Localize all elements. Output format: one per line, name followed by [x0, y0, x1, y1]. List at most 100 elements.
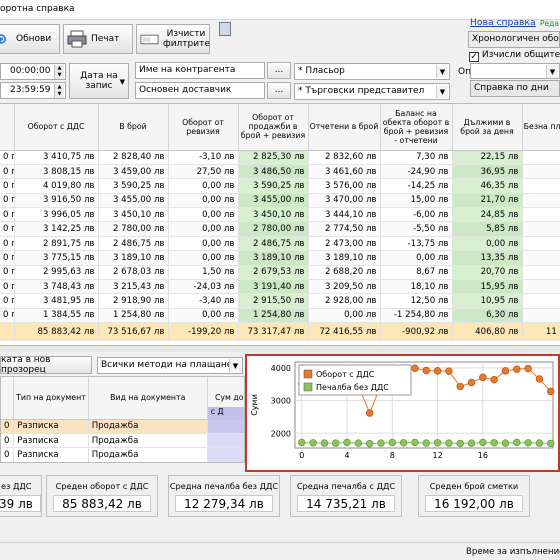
operators-dropdown[interactable]: ▼	[470, 63, 560, 79]
report-by-days-button[interactable]: Справка по дни	[470, 80, 560, 97]
summary-value: 16 192,00 лв	[425, 495, 523, 512]
x-tick-label: 16	[478, 451, 488, 460]
documents-table[interactable]: Тип на документ Вид на документа Сум док…	[0, 376, 245, 463]
table-cell: 0,00 лв	[168, 193, 239, 209]
totals-row: 85 883,42 лв 73 516,67 лв -199,20 лв 73 317…	[0, 322, 560, 342]
table-row[interactable]: 0 г.2 891,75 лв2 486,75 лв0,00 лв2 486,7…	[0, 236, 560, 252]
spinner-icon[interactable]: ▲ ▼	[54, 65, 64, 79]
column-header[interactable]	[1, 377, 15, 420]
table-cell: 0 г.	[0, 164, 15, 180]
table-row[interactable]: 0 г.4 019,80 лв3 590,25 лв0,00 лв3 590,2…	[0, 178, 560, 194]
table-cell: 38	[522, 178, 560, 194]
table-cell: 0,00 лв	[168, 221, 239, 237]
table-cell	[207, 433, 244, 449]
table-row[interactable]: 0 г.3 808,15 лв3 459,00 лв27,50 лв3 486,…	[0, 164, 560, 180]
table-cell: 27,50 лв	[168, 164, 239, 180]
data-point	[309, 439, 317, 447]
clear-filters-button[interactable]: Изчисти филтрите	[136, 24, 210, 54]
time-from-input[interactable]: 00:00:00 ▲ ▼	[0, 63, 66, 80]
summary-value: 85 883,42 лв	[53, 495, 151, 512]
table-cell: -3,10 лв	[168, 150, 239, 165]
new-report-link[interactable]: Нова справка	[470, 17, 536, 28]
calc-totals-checkbox-row[interactable]: ✓ Изчисли общите с	[469, 50, 560, 64]
supplier-browse-button[interactable]: ...	[267, 82, 291, 99]
total-cell: 72 416,55 лв	[308, 322, 381, 342]
table-cell: -24,03 лв	[168, 279, 239, 295]
table-cell: 2 995,63 лв	[14, 265, 99, 281]
table-row[interactable]: 0 г.3 748,43 лв3 215,43 лв-24,03 лв3 191…	[0, 279, 560, 295]
splitter[interactable]	[0, 346, 560, 352]
table-row[interactable]: 0 г.3 775,15 лв3 189,10 лв0,00 лв3 189,1…	[0, 250, 560, 266]
refresh-button[interactable]: Обнови	[0, 24, 60, 54]
table-cell: -3,40 лв	[168, 293, 239, 309]
edit-link[interactable]: Реда	[540, 19, 559, 28]
data-point	[377, 439, 385, 447]
calculator-icon[interactable]	[219, 22, 231, 36]
column-header[interactable]: Безна плаш	[522, 104, 560, 151]
table-cell: 2 918,90 лв	[98, 293, 169, 309]
table-cell: 43	[522, 193, 560, 209]
list-item[interactable]: 0РазпискаПродажба	[1, 419, 244, 434]
chevron-down-icon: ▼	[436, 65, 448, 78]
data-point	[467, 439, 476, 447]
main-supplier-input[interactable]: Основен доставчик	[135, 82, 265, 99]
summary-box-avg-profit-vat: Средна печалба с ДДС 14 735,21 лв	[290, 475, 402, 517]
table-cell: 3 215,43 лв	[98, 279, 169, 295]
table-row[interactable]: 0 г.3 481,95 лв2 918,90 лв-3,40 лв2 915,…	[0, 293, 560, 309]
place-dropdown[interactable]: * Пласьор ▼	[294, 63, 450, 80]
print-button[interactable]: Печат	[63, 24, 133, 54]
table-cell: -13,75 лв	[380, 236, 453, 252]
table-cell: 3 189,10 лв	[308, 250, 381, 266]
contractor-browse-button[interactable]: ...	[267, 62, 291, 79]
table-cell: 2 486,75 лв	[98, 236, 169, 252]
clear-filters-label: Изчисти филтрите	[163, 29, 210, 49]
table-cell: 2 679,53 лв	[238, 265, 309, 281]
table-cell: 30	[522, 164, 560, 180]
checkbox-checked-icon[interactable]: ✓	[469, 52, 479, 62]
list-item[interactable]: 0РазпискаПродажба	[1, 433, 244, 449]
time-to-input[interactable]: 23:59:59 ▲ ▼	[0, 82, 66, 99]
column-header[interactable]: В брой	[98, 104, 169, 151]
column-header[interactable]	[0, 104, 15, 151]
turnover-table[interactable]: Оборот с ДДС В брой Оборот от ревизия Об…	[0, 103, 560, 346]
table-row[interactable]: 0 г.3 916,50 лв3 455,00 лв0,00 лв3 455,0…	[0, 193, 560, 209]
table-cell: 0 г.	[0, 207, 15, 223]
chrono-turnover-button[interactable]: Хронологичен оборот	[468, 31, 560, 48]
contractor-name-input[interactable]: Име на контрагента	[135, 62, 265, 79]
table-row[interactable]: 0 г.3 410,75 лв2 828,40 лв-3,10 лв2 825,…	[0, 150, 560, 165]
data-point	[456, 382, 464, 391]
list-item[interactable]: 0РазпискаПродажба	[1, 447, 244, 462]
table-row[interactable]: 0 г.2 995,63 лв2 678,03 лв1,50 лв2 679,5…	[0, 265, 560, 281]
table-row[interactable]: 0 г.3 996,05 лв3 450,10 лв0,00 лв3 450,1…	[0, 207, 560, 223]
column-header[interactable]: Оборот от ревизия	[168, 104, 239, 151]
table-cell: 3 410,75 лв	[14, 150, 99, 165]
table-cell: 3 455,00 лв	[98, 193, 169, 209]
list-item[interactable]: 0РазпискаПродажба	[1, 462, 245, 463]
column-header[interactable]: Оборот с ДДС	[14, 104, 99, 151]
date-of-entry-button[interactable]: Дата на запис ▼	[69, 63, 129, 99]
place-value: * Пласьор	[298, 66, 345, 76]
column-header[interactable]: Сум доку с Д	[207, 377, 244, 420]
column-header[interactable]: Дължими в брой за деня	[452, 104, 523, 151]
data-point	[501, 439, 510, 447]
column-header[interactable]: Отчетени в брой	[308, 104, 381, 151]
column-header[interactable]: Тип на документ	[13, 377, 89, 420]
table-cell: 6,30 лв	[452, 308, 523, 324]
payment-methods-dropdown[interactable]: Всички методи на плащане ▼	[97, 357, 243, 374]
sales-rep-dropdown[interactable]: * Търговски представител ▼	[294, 83, 450, 100]
spinner-icon[interactable]: ▲ ▼	[54, 84, 64, 98]
table-row[interactable]: 0 г.1 384,55 лв1 254,80 лв0,00 лв1 254,8…	[0, 308, 560, 324]
data-point	[433, 367, 442, 375]
printer-icon	[67, 30, 87, 48]
column-header[interactable]: Вид на документа	[88, 377, 208, 420]
table-header-row: Оборот с ДДС В брой Оборот от ревизия Об…	[0, 104, 560, 151]
table-cell: Продажба	[88, 462, 207, 463]
data-point	[479, 438, 487, 447]
table-row[interactable]: 0 г.3 142,25 лв2 780,00 лв0,00 лв2 780,0…	[0, 221, 560, 237]
table-cell: 3 444,10 лв	[308, 207, 381, 223]
column-header[interactable]: Оборот от продажби в брой + ревизия	[238, 104, 309, 151]
column-header[interactable]: Баланс на обекта оборот в брой + ревизия…	[380, 104, 453, 151]
data-point	[513, 438, 521, 447]
table-cell: 2 928,00 лв	[308, 293, 381, 309]
open-in-new-window-button[interactable]: ката в нов прозорец	[0, 355, 92, 375]
